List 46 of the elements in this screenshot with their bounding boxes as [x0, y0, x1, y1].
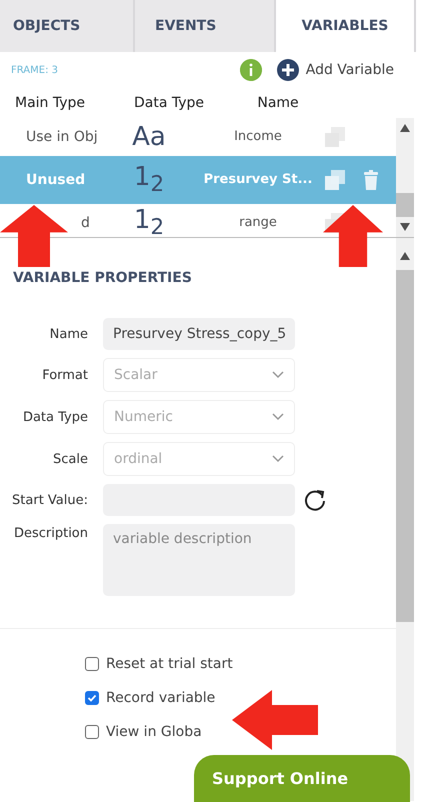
chevron-down-icon — [272, 455, 284, 463]
scroll-up-icon — [400, 252, 410, 260]
scroll-thumb[interactable] — [396, 193, 414, 217]
field-label: Format — [41, 368, 89, 382]
section-title: VARIABLE PROPERTIES — [13, 270, 192, 286]
field-label: Scale — [52, 452, 89, 466]
column-header: Name — [256, 95, 300, 111]
tab[interactable]: VARIABLES — [276, 0, 416, 52]
data-type-glyph: Aa — [131, 122, 167, 152]
scrollbar[interactable] — [396, 118, 414, 237]
arrow-drawing — [323, 205, 383, 267]
arrow-drawing — [0, 205, 68, 267]
field-label: Name — [48, 326, 89, 342]
checkbox-option[interactable]: View in Globa — [85, 724, 396, 740]
table-cell[interactable]: Use in Obj — [11, 129, 98, 145]
column-header: Main Type — [14, 95, 86, 111]
copy-icon — [324, 169, 346, 191]
plus-icon — [276, 59, 299, 81]
chevron-down-icon — [272, 413, 284, 421]
chevron-down-icon — [272, 371, 284, 379]
copy-icon — [324, 126, 346, 148]
table-cell-text: Income — [233, 128, 283, 146]
data-type-glyph: 1$_{2}$ — [132, 162, 166, 198]
refresh-icon — [303, 488, 327, 512]
table-cell-text: range — [238, 214, 278, 232]
checkbox-option[interactable]: Record variable — [85, 690, 396, 706]
table-cell-text: Presurvey St... — [202, 172, 314, 188]
checkbox[interactable] — [85, 657, 99, 671]
info-icon — [240, 59, 262, 81]
field-label: Start Value: — [11, 492, 89, 508]
scroll-thumb[interactable] — [396, 270, 414, 622]
frame-label: FRAME: 3 — [11, 64, 59, 76]
scroll-down-icon — [400, 223, 410, 231]
column-header: Data Type — [132, 95, 206, 111]
selected-row[interactable]: Unused 1$_{2}$ Presurvey St... — [0, 156, 396, 204]
field-label: Description — [12, 525, 89, 541]
checkbox[interactable] — [85, 691, 99, 705]
data-type-glyph: 1$_{2}$ — [132, 205, 166, 237]
table-cell[interactable]: d — [66, 215, 90, 231]
scroll-up-icon — [400, 124, 410, 132]
scrollbar[interactable] — [396, 238, 414, 801]
checkbox-option[interactable]: Reset at trial start — [85, 656, 396, 672]
text-field[interactable]: Presurvey Stress_copy_5 — [103, 318, 295, 350]
field-label: Data Type — [22, 410, 89, 424]
add-variable-button[interactable]: Add Variable — [276, 59, 394, 81]
checkbox[interactable] — [85, 725, 99, 739]
